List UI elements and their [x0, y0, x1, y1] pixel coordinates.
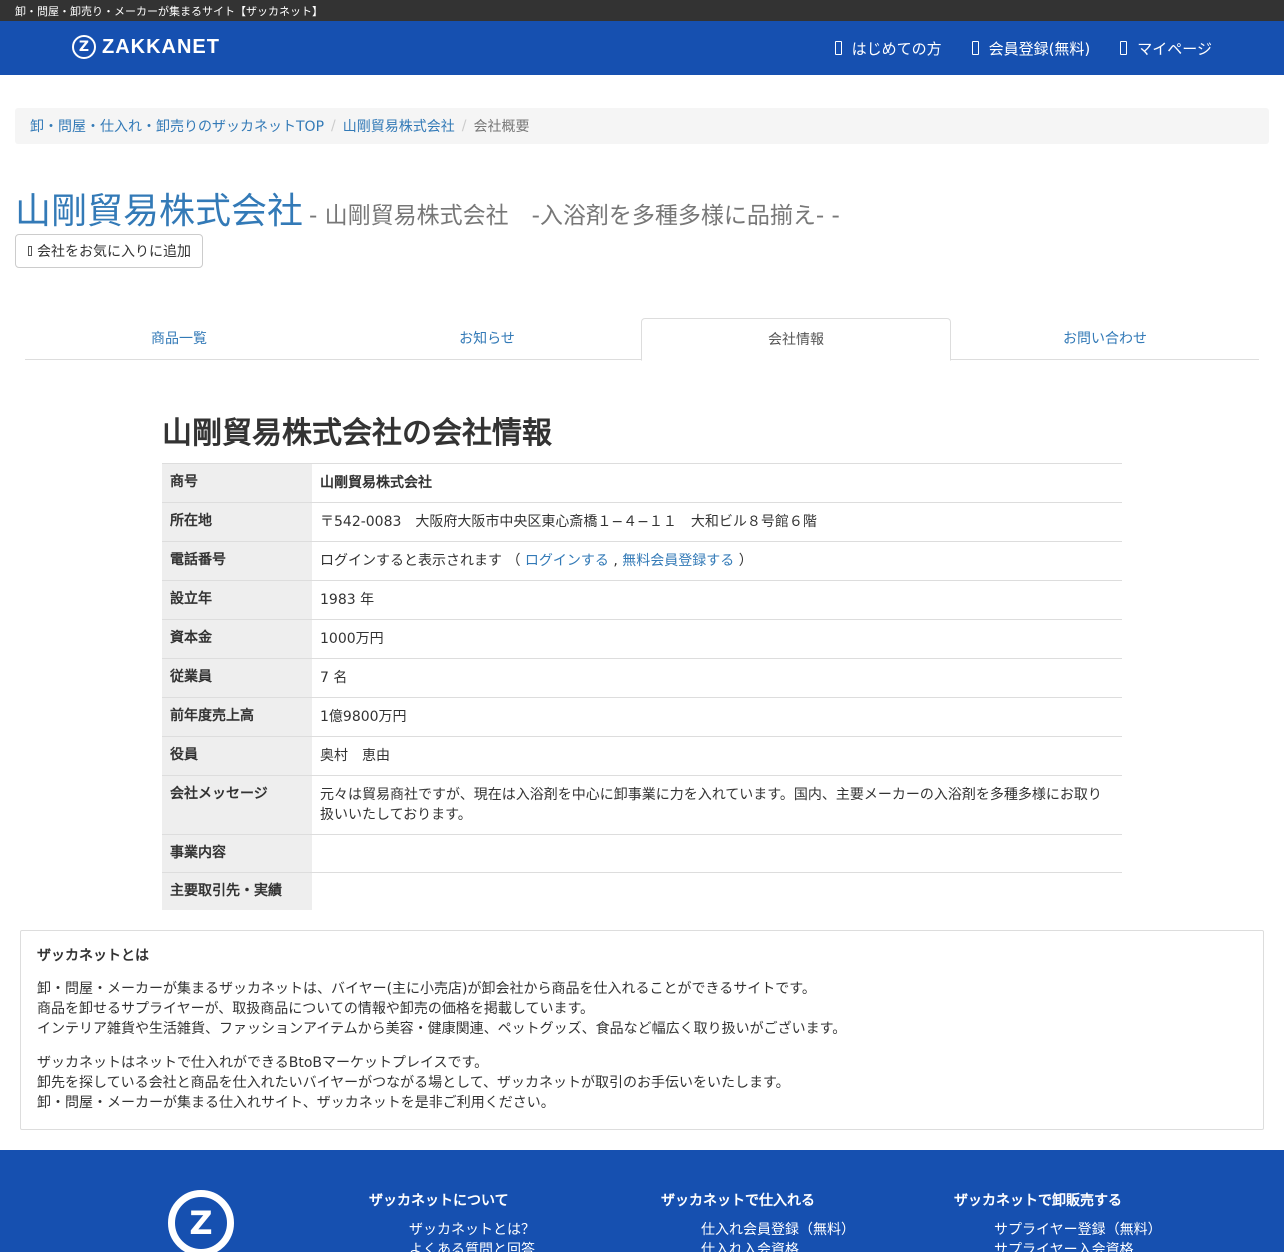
row-label-officer: 役員	[162, 736, 312, 776]
site-logo[interactable]: Z ZAKKANET	[72, 35, 220, 59]
tab-company-info[interactable]: 会社情報	[641, 318, 951, 361]
logo-text: ZAKKANET	[102, 35, 220, 58]
about-line: 卸・問屋・メーカーが集まる仕入れサイト、ザッカネットを是非ご利用ください。	[37, 1095, 555, 1111]
zakkanet-logo-icon: Z	[72, 35, 96, 59]
row-label-business: 事業内容	[162, 834, 312, 873]
add-favorite-label: 会社をお気に入りに追加	[37, 243, 191, 259]
about-line: ザッカネットはネットで仕入れができるBtoBマーケットプレイスです。	[37, 1055, 489, 1071]
founded-value: 1983 年	[312, 580, 1122, 620]
row-label-address: 所在地	[162, 502, 312, 542]
footer-col-title: ザッカネットで仕入れる	[661, 1193, 815, 1209]
phone-value: ログインすると表示されます （ ログインする , 無料会員登録する ）	[312, 541, 1122, 581]
row-label-capital: 資本金	[162, 619, 312, 659]
clients-value	[312, 872, 1122, 910]
breadcrumb-company-link[interactable]: 山剛貿易株式会社	[343, 116, 455, 136]
about-line: インテリア雑貨や生活雑貨、ファッションアイテムから美容・健康関連、ペットグッズ、…	[37, 1021, 847, 1037]
footer-link-what-is[interactable]: ザッカネットとは？	[409, 1220, 535, 1240]
row-label-trade-name: 商号	[162, 463, 312, 503]
about-title: ザッカネットとは	[37, 948, 149, 964]
footer-col-title: ザッカネットについて	[369, 1193, 509, 1209]
footer-col-title: ザッカネットで卸販売する	[954, 1193, 1122, 1209]
tagline-text: 卸・問屋・卸売り・メーカーが集まるサイト【ザッカネット】	[15, 5, 323, 18]
table-row: 会社メッセージ 元々は貿易商社ですが、現在は入浴剤を中心に卸事業に力を入れていま…	[162, 775, 1122, 835]
add-favorite-button[interactable]: 会社をお気に入りに追加	[15, 234, 203, 268]
user-icon	[1120, 41, 1128, 55]
breadcrumb-separator: /	[461, 118, 467, 134]
nav-register-label: 会員登録(無料)	[988, 39, 1091, 58]
about-zakkanet-box: ザッカネットとは 卸・問屋・メーカーが集まるザッカネットは、バイヤー(主に小売店…	[20, 930, 1264, 1130]
row-label-sales: 前年度売上高	[162, 697, 312, 737]
footer-col-buy: ザッカネットで仕入れる 仕入れ会員登録（無料） 仕入れ入会資格	[661, 1190, 855, 1252]
nav-beginners-link[interactable]: はじめての方	[834, 38, 942, 59]
row-label-clients: 主要取引先・実績	[162, 872, 312, 910]
breadcrumb-top-link[interactable]: 卸・問屋・仕入れ・卸売りのザッカネットTOP	[30, 116, 324, 136]
message-value: 元々は貿易商社ですが、現在は入浴剤を中心に卸事業に力を入れています。国内、主要メ…	[312, 775, 1122, 835]
table-row: 所在地 〒542-0083 大阪府大阪市中央区東心斎橋１−４−１１ 大和ビル８号…	[162, 502, 1122, 542]
company-subtitle: - 山剛貿易株式会社 -入浴剤を多種多様に品揃え- -	[309, 203, 840, 229]
about-paragraph-1: 卸・問屋・メーカーが集まるザッカネットは、バイヤー(主に小売店)が卸会社から商品…	[37, 979, 1247, 1039]
tab-news[interactable]: お知らせ	[333, 318, 641, 359]
table-row: 従業員 7 名	[162, 658, 1122, 698]
nav-beginners-label: はじめての方	[851, 39, 942, 58]
business-value	[312, 834, 1122, 873]
capital-value: 1000万円	[312, 619, 1122, 659]
phone-suffix: ）	[738, 553, 753, 569]
login-link[interactable]: ログインする	[525, 553, 609, 569]
phone-login-notice: ログインすると表示されます （	[320, 553, 521, 569]
table-row: 前年度売上高 1億9800万円	[162, 697, 1122, 737]
bookmark-icon	[28, 246, 32, 256]
table-row: 事業内容	[162, 834, 1122, 873]
footer-link-supplier-register[interactable]: サプライヤー登録（無料）	[994, 1220, 1162, 1240]
about-line: 卸先を探している会社と商品を仕入れたいバイヤーがつながる場として、ザッカネットが…	[37, 1075, 790, 1091]
footer-link-buyer-requirements[interactable]: 仕入れ入会資格	[701, 1240, 855, 1252]
footer-link-buyer-register[interactable]: 仕入れ会員登録（無料）	[701, 1220, 855, 1240]
nav-register-link[interactable]: 会員登録(無料)	[971, 38, 1091, 59]
footer-link-faq[interactable]: よくある質問と回答	[409, 1240, 535, 1252]
row-label-founded: 設立年	[162, 580, 312, 620]
user-plus-icon	[971, 41, 979, 55]
company-name-link[interactable]: 山剛貿易株式会社	[15, 182, 303, 234]
site-footer: Z ザッカネットについて ザッカネットとは？ よくある質問と回答 ザッカネットで…	[0, 1150, 1284, 1252]
tab-contact[interactable]: お問い合わせ	[951, 318, 1259, 359]
company-info-heading: 山剛貿易株式会社の会社情報	[162, 416, 552, 451]
company-info-table: 商号 山剛貿易株式会社 所在地 〒542-0083 大阪府大阪市中央区東心斎橋１…	[162, 463, 1122, 910]
about-line: 卸・問屋・メーカーが集まるザッカネットは、バイヤー(主に小売店)が卸会社から商品…	[37, 981, 816, 997]
free-register-link[interactable]: 無料会員登録する	[622, 553, 734, 569]
table-row: 役員 奥村 恵由	[162, 736, 1122, 776]
table-row: 資本金 1000万円	[162, 619, 1122, 659]
address-value: 〒542-0083 大阪府大阪市中央区東心斎橋１−４−１１ 大和ビル８号館６階	[312, 502, 1122, 542]
table-row: 主要取引先・実績	[162, 872, 1122, 910]
phone-comma: ,	[613, 553, 618, 569]
officer-value: 奥村 恵由	[312, 736, 1122, 776]
table-row: 設立年 1983 年	[162, 580, 1122, 620]
about-line: 商品を卸せるサプライヤーが、取扱商品についての情報や卸売の価格を掲載しています。	[37, 1001, 595, 1017]
top-tagline-bar: 卸・問屋・卸売り・メーカーが集まるサイト【ザッカネット】	[0, 0, 1284, 21]
table-row: 商号 山剛貿易株式会社	[162, 463, 1122, 503]
tab-products[interactable]: 商品一覧	[25, 318, 333, 359]
about-paragraph-2: ザッカネットはネットで仕入れができるBtoBマーケットプレイスです。 卸先を探し…	[37, 1053, 1247, 1113]
breadcrumb: 卸・問屋・仕入れ・卸売りのザッカネットTOP / 山剛貿易株式会社 / 会社概要	[15, 108, 1269, 144]
row-label-phone: 電話番号	[162, 541, 312, 581]
company-tabs: 商品一覧 お知らせ 会社情報 お問い合わせ	[25, 318, 1259, 361]
sales-value: 1億9800万円	[312, 697, 1122, 737]
footer-link-supplier-requirements[interactable]: サプライヤー入会資格	[994, 1240, 1162, 1252]
header-nav: はじめての方 会員登録(無料) マイページ	[805, 21, 1212, 75]
footer-col-about: ザッカネットについて ザッカネットとは？ よくある質問と回答	[369, 1190, 535, 1252]
employees-value: 7 名	[312, 658, 1122, 698]
footer-col-sell: ザッカネットで卸販売する サプライヤー登録（無料） サプライヤー入会資格	[954, 1190, 1162, 1252]
breadcrumb-separator: /	[331, 118, 336, 134]
breadcrumb-current: 会社概要	[473, 119, 530, 135]
nav-mypage-link[interactable]: マイページ	[1120, 38, 1212, 59]
footer-logo-icon[interactable]: Z	[168, 1190, 234, 1252]
trade-name-value: 山剛貿易株式会社	[312, 463, 1122, 503]
company-title-row: 山剛貿易株式会社 - 山剛貿易株式会社 -入浴剤を多種多様に品揃え- -	[15, 182, 840, 234]
nav-mypage-label: マイページ	[1137, 39, 1212, 58]
row-label-employees: 従業員	[162, 658, 312, 698]
row-label-message: 会社メッセージ	[162, 775, 312, 835]
site-header: Z ZAKKANET はじめての方 会員登録(無料) マイページ	[0, 21, 1284, 75]
table-row: 電話番号 ログインすると表示されます （ ログインする , 無料会員登録する ）	[162, 541, 1122, 581]
beginner-icon	[834, 41, 842, 55]
